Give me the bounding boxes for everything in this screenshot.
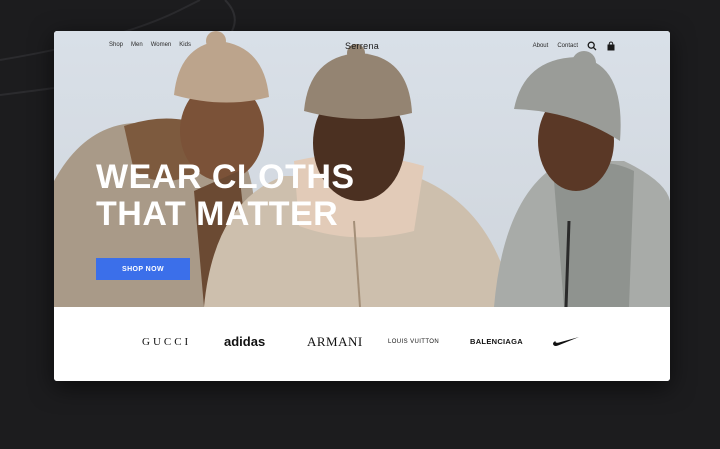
nike-swoosh-logo[interactable] bbox=[552, 335, 580, 347]
search-icon[interactable] bbox=[587, 41, 597, 51]
balenciaga-logo[interactable]: BALENCIAGA bbox=[470, 337, 523, 346]
hero-headline: WEAR CLOTHS THAT MATTER bbox=[96, 159, 355, 233]
nav-link-about[interactable]: About bbox=[533, 43, 549, 49]
headline-line-1: WEAR CLOTHS bbox=[96, 158, 355, 196]
adidas-logo[interactable]: adidas bbox=[224, 334, 265, 349]
browser-window: Shop Men Women Kids Serrena About Contac… bbox=[54, 31, 670, 381]
nav-links-right: About Contact bbox=[533, 41, 616, 51]
brand-logos-strip: GUCCI adidas ARMANI LOUIS VUITTON BALENC… bbox=[54, 307, 670, 381]
gucci-logo[interactable]: GUCCI bbox=[142, 336, 191, 348]
nav-link-contact[interactable]: Contact bbox=[557, 43, 578, 49]
headline-line-2: THAT MATTER bbox=[96, 195, 339, 233]
hero-section: Shop Men Women Kids Serrena About Contac… bbox=[54, 31, 670, 307]
shopping-bag-icon[interactable] bbox=[606, 41, 616, 51]
armani-logo[interactable]: ARMANI bbox=[307, 334, 363, 350]
top-navigation: Shop Men Women Kids Serrena About Contac… bbox=[54, 31, 670, 61]
louis-vuitton-logo[interactable]: LOUIS VUITTON bbox=[388, 339, 439, 345]
shop-now-button[interactable]: SHOP NOW bbox=[96, 258, 190, 280]
